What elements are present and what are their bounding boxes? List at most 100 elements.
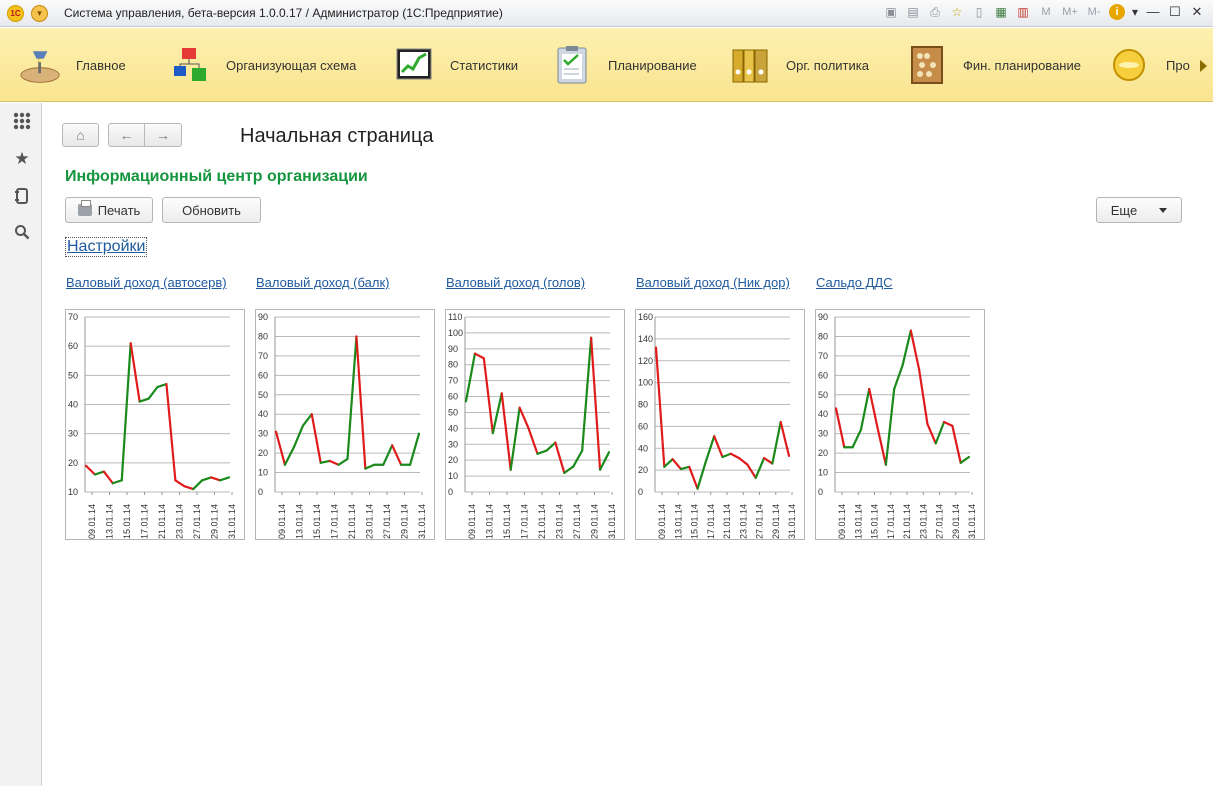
chart-title-link[interactable]: Сальдо ДДС [816, 275, 893, 290]
maximize-icon[interactable]: ☐ [1167, 4, 1183, 20]
section-label: Главное [76, 57, 126, 73]
print-button[interactable]: Печать [65, 197, 153, 223]
sections-scroll-right-icon[interactable] [1200, 60, 1207, 72]
series-segment [192, 479, 204, 491]
section-org-policy[interactable]: Орг. политика [730, 28, 869, 102]
x-tick-label: 17.01.14 [140, 504, 150, 539]
x-tick-label: 27.01.14 [192, 504, 202, 539]
chart-title-link[interactable]: Валовый доход (голов) [446, 275, 585, 290]
calculator-icon[interactable]: ▦ [993, 4, 1009, 20]
main-menu-icon[interactable]: ▾ [31, 5, 48, 22]
series-segment [391, 444, 403, 466]
series-segment [713, 435, 724, 459]
y-tick-label: 90 [258, 312, 268, 322]
desk-lamp-icon [20, 44, 62, 86]
y-tick-label: 20 [68, 458, 78, 468]
print-icon[interactable]: ⎙ [927, 4, 943, 20]
document-icon[interactable]: ▯ [971, 4, 987, 20]
series-segment [310, 413, 322, 464]
y-tick-label: 10 [68, 487, 78, 497]
y-tick-label: 140 [638, 334, 653, 344]
section-label: Орг. политика [786, 57, 869, 73]
back-button[interactable]: ← [108, 123, 145, 147]
y-tick-label: 20 [638, 465, 648, 475]
series-segment [918, 368, 929, 426]
series-segment [893, 364, 904, 391]
info-icon[interactable]: i [1109, 4, 1125, 20]
series-segment [738, 456, 749, 466]
x-tick-label: 27.01.14 [755, 504, 765, 539]
section-main[interactable]: Главное [20, 28, 126, 102]
series-segment [746, 463, 757, 479]
memory-minus-button[interactable]: M- [1085, 4, 1103, 20]
search-icon[interactable] [12, 222, 32, 242]
y-tick-label: 30 [818, 429, 828, 439]
section-label: Фин. планирование [963, 57, 1081, 73]
close-icon[interactable]: ✕ [1189, 4, 1205, 20]
chart-title-link[interactable]: Валовый доход (автосерв) [66, 275, 227, 290]
series-segment [671, 458, 683, 471]
x-tick-label: 13.01.14 [105, 504, 115, 539]
y-tick-label: 40 [68, 400, 78, 410]
x-tick-label: 27.01.14 [935, 504, 945, 539]
series-segment [93, 470, 105, 476]
favorites-add-icon[interactable]: ☆ [949, 4, 965, 20]
x-tick-label: 21.01.14 [347, 504, 357, 539]
x-tick-label: 23.01.14 [738, 504, 748, 539]
y-tick-label: 10 [818, 468, 828, 478]
chart-title-link[interactable]: Валовый доход (Ник дор) [636, 275, 790, 290]
1c-logo-icon[interactable]: 1С [7, 5, 24, 22]
x-tick-label: 17.01.14 [886, 504, 896, 539]
section-org-scheme[interactable]: Организующая схема [170, 28, 356, 102]
x-tick-label: 13.01.14 [853, 504, 863, 539]
history-icon[interactable] [12, 186, 32, 206]
minimize-icon[interactable]: — [1145, 4, 1161, 20]
x-tick-label: 13.01.14 [485, 504, 495, 539]
section-planning[interactable]: Планирование [552, 28, 697, 102]
section-more[interactable]: Про [1110, 28, 1190, 102]
series-segment [111, 479, 123, 485]
y-tick-label: 0 [448, 487, 453, 497]
x-tick-label: 29.01.14 [590, 504, 600, 539]
series-segment [346, 335, 358, 461]
x-tick-label: 17.01.14 [330, 504, 340, 539]
y-tick-label: 10 [258, 468, 268, 478]
info-dropdown-icon[interactable]: ▾ [1131, 4, 1139, 20]
y-tick-label: 0 [258, 487, 263, 497]
y-tick-label: 60 [258, 370, 268, 380]
series-segment [482, 357, 494, 435]
save-icon[interactable]: ▣ [883, 4, 899, 20]
y-tick-label: 30 [68, 429, 78, 439]
series-segment [590, 336, 602, 471]
home-button[interactable]: ⌂ [62, 123, 99, 147]
series-segment [165, 382, 177, 482]
series-segment [679, 465, 691, 471]
section-label: Про [1166, 57, 1190, 73]
print-preview-icon[interactable]: ▤ [905, 4, 921, 20]
series-segment [762, 456, 774, 465]
x-tick-label: 15.01.14 [870, 504, 880, 539]
section-fin-planning[interactable]: Фин. планирование [907, 28, 1081, 102]
series-segment [120, 342, 132, 482]
series-segment [156, 382, 168, 389]
memory-plus-button[interactable]: M+ [1061, 4, 1079, 20]
memory-m-button[interactable]: M [1037, 4, 1055, 20]
settings-link[interactable]: Настройки [65, 237, 148, 257]
series-segment [959, 455, 971, 464]
section-label: Организующая схема [226, 57, 357, 73]
y-tick-label: 60 [818, 370, 828, 380]
refresh-button[interactable]: Обновить [162, 197, 261, 223]
x-tick-label: 09.01.14 [657, 504, 667, 539]
series-segment [218, 476, 231, 482]
star-icon[interactable]: ★ [12, 149, 32, 169]
more-button[interactable]: Еще [1096, 197, 1182, 223]
forward-button[interactable]: → [145, 123, 182, 147]
calendar-icon[interactable]: ▥ [1015, 4, 1031, 20]
y-tick-label: 50 [258, 390, 268, 400]
apps-grid-icon[interactable] [12, 111, 32, 131]
section-statistics[interactable]: Статистики [394, 28, 518, 102]
chart-title-link[interactable]: Валовый доход (балк) [256, 275, 389, 290]
y-tick-label: 50 [448, 407, 458, 417]
x-tick-label: 09.01.14 [277, 504, 287, 539]
series-segment [951, 424, 962, 464]
